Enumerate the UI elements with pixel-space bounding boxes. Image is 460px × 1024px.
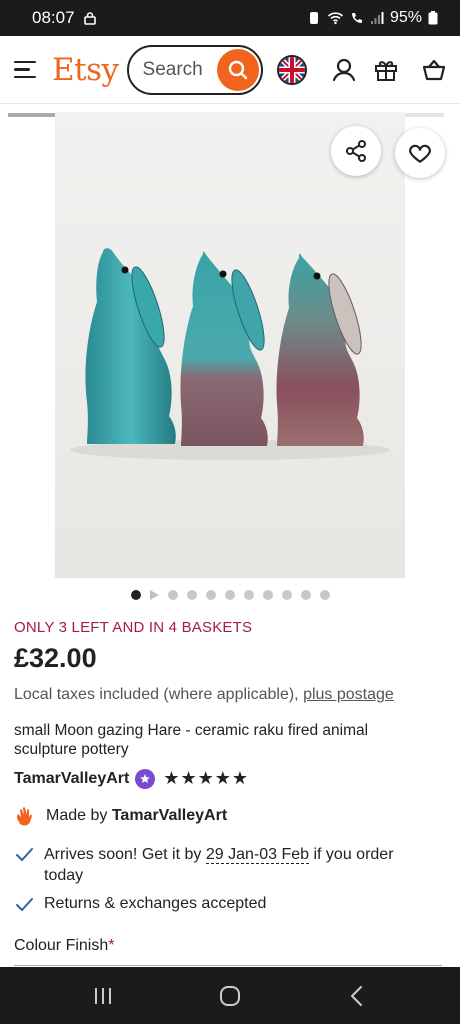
user-icon (332, 58, 355, 81)
arrival-dates[interactable]: 29 Jan-03 Feb (205, 846, 310, 864)
rating-stars[interactable]: ★★★★★ (163, 768, 249, 789)
ceramic-hares-photo (70, 248, 390, 460)
account-button[interactable] (327, 53, 361, 87)
made-by-prefix: Made by (46, 807, 108, 824)
delivery-row: Arrives soon! Get it by 29 Jan-03 Feb if… (14, 844, 434, 886)
etsy-logo[interactable]: Etsy (52, 52, 119, 88)
made-by-row: Made by TamarValleyArt (14, 805, 227, 827)
returns-row: Returns & exchanges accepted (14, 894, 266, 914)
region-flag-button[interactable] (276, 54, 307, 85)
battery-icon (428, 11, 438, 25)
hamburger-icon (14, 60, 36, 64)
gallery-dot[interactable] (130, 590, 141, 600)
colour-finish-label: Colour Finish* (14, 937, 115, 955)
battery-percent: 95% (389, 9, 422, 26)
signal-icon (370, 12, 384, 24)
favourite-button[interactable] (395, 128, 445, 178)
listing-title: small Moon gazing Hare - ceramic raku fi… (14, 722, 369, 758)
star-seller-badge-icon (135, 768, 156, 789)
product-image[interactable] (55, 112, 405, 578)
gift-icon (374, 60, 397, 81)
basket-icon (422, 59, 445, 80)
basket-button[interactable] (417, 53, 451, 87)
gift-button[interactable] (369, 53, 403, 87)
shop-row: TamarValleyArt ★★★★★ (14, 768, 249, 789)
back-button[interactable] (337, 976, 377, 1016)
recents-icon (95, 987, 112, 1004)
price: £32.00 (14, 643, 97, 673)
status-bar: 08:07 95% (0, 0, 460, 36)
plus-postage-link[interactable]: plus postage (303, 686, 394, 703)
share-icon (346, 140, 366, 162)
menu-button[interactable] (14, 56, 42, 84)
share-button[interactable] (331, 126, 381, 176)
gallery-dot[interactable] (319, 590, 330, 600)
tax-note: Local taxes included (where applicable),… (14, 686, 394, 704)
wifi-icon (327, 12, 344, 25)
checkmark-icon (16, 848, 33, 861)
home-icon (219, 985, 240, 1006)
gallery-dot[interactable] (300, 590, 311, 600)
hand-wave-icon (16, 807, 32, 826)
search-button[interactable] (216, 48, 259, 91)
required-mark: * (108, 937, 115, 954)
gallery-dot[interactable] (224, 590, 235, 600)
arrives-prefix: Arrives soon! Get it by (44, 846, 202, 863)
home-button[interactable] (210, 976, 250, 1016)
made-by-shop-link[interactable]: TamarValleyArt (112, 807, 227, 824)
stock-message: ONLY 3 LEFT AND IN 4 BASKETS (14, 619, 253, 636)
gallery-dots[interactable] (0, 590, 460, 600)
checkmark-icon (16, 898, 33, 911)
search-icon (228, 60, 247, 79)
status-time: 08:07 (32, 8, 75, 27)
gallery-dot[interactable] (262, 590, 273, 600)
colour-label-text: Colour Finish (14, 937, 109, 954)
system-nav-bar (0, 967, 460, 1024)
search-input[interactable]: Search (143, 59, 203, 81)
wifi-calling-icon (351, 13, 362, 23)
site-header: Etsy Search (0, 36, 460, 104)
gallery-dot[interactable] (281, 590, 292, 600)
gallery-dot[interactable] (167, 590, 178, 600)
back-icon (350, 985, 362, 1006)
gallery-dot[interactable] (243, 590, 254, 600)
lock-icon (83, 12, 96, 25)
recent-apps-button[interactable] (83, 976, 123, 1016)
video-play-icon[interactable] (149, 590, 159, 600)
gallery-dot[interactable] (186, 590, 197, 600)
uk-flag-icon (278, 56, 305, 83)
tax-note-text: Local taxes included (where applicable), (14, 686, 299, 703)
heart-icon (409, 144, 431, 163)
returns-text: Returns & exchanges accepted (44, 895, 267, 912)
shop-name-link[interactable]: TamarValleyArt (14, 770, 129, 788)
notification-icon (309, 12, 318, 24)
gallery-dot[interactable] (205, 590, 216, 600)
search-bar[interactable]: Search (126, 44, 263, 95)
